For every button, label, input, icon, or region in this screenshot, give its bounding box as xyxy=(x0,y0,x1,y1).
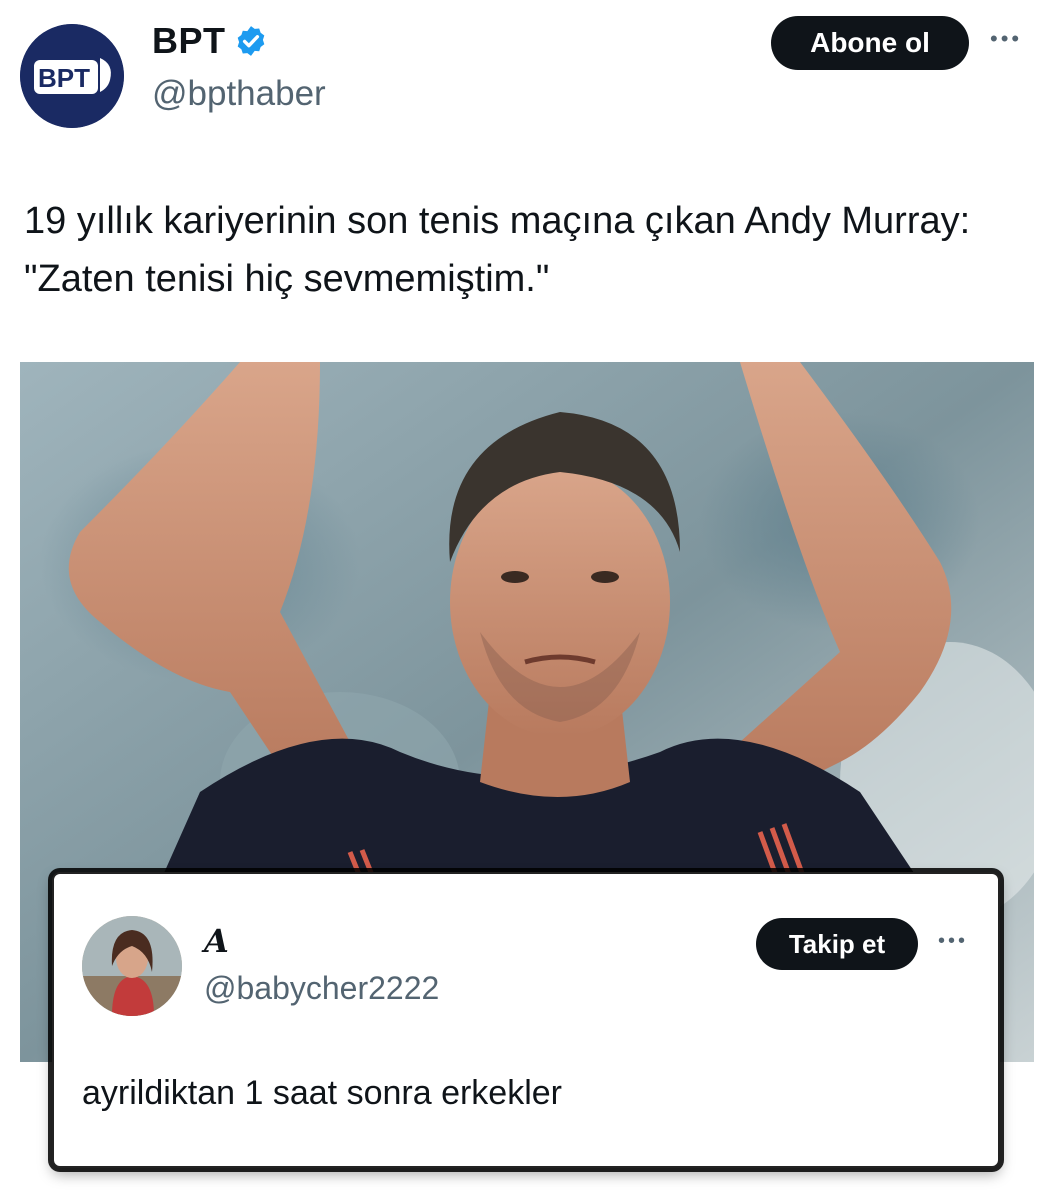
reply-more-options-icon[interactable]: ••• xyxy=(938,930,968,953)
profile-photo-icon xyxy=(82,916,182,1016)
reply-author-avatar[interactable] xyxy=(82,916,182,1016)
quoted-reply-card[interactable]: A @babycher2222 Takip et ••• ayrildiktan… xyxy=(52,872,1000,1168)
svg-text:BPT: BPT xyxy=(38,63,90,93)
tweet-text: 19 yıllık kariyerinin son tenis maçına ç… xyxy=(24,200,971,300)
reply-author-name[interactable]: A xyxy=(204,922,229,960)
author-handle[interactable]: @bpthaber xyxy=(152,74,326,114)
reply-author-handle[interactable]: @babycher2222 xyxy=(204,970,439,1007)
author-name[interactable]: BPT xyxy=(152,20,226,62)
bpt-logo-icon: BPT xyxy=(20,24,124,128)
more-options-icon[interactable]: ••• xyxy=(990,26,1022,52)
reply-text: ayrildiktan 1 saat sonra erkekler xyxy=(82,1074,563,1112)
follow-button[interactable]: Abone ol xyxy=(771,16,969,70)
verified-badge-icon xyxy=(234,24,268,58)
author-name-row: BPT xyxy=(152,20,268,62)
reply-follow-button[interactable]: Takip et xyxy=(756,918,918,970)
author-avatar[interactable]: BPT xyxy=(20,24,124,128)
